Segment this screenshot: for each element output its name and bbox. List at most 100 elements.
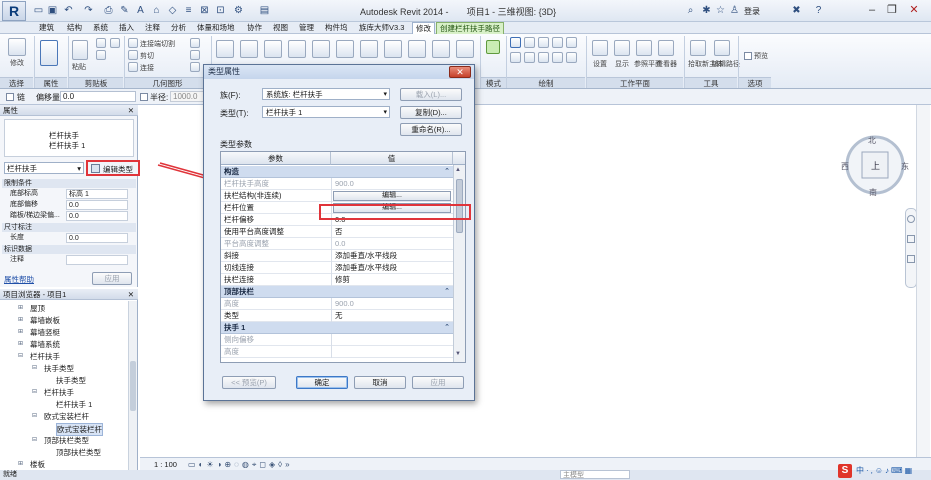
expand-icon[interactable]: ⊞ [18, 339, 23, 350]
show-plane-icon[interactable] [614, 40, 630, 56]
section-icon[interactable]: ◇ [166, 4, 179, 17]
join-icon[interactable] [128, 62, 138, 72]
preview-button[interactable]: << 预览(P) [222, 376, 276, 389]
properties-icon[interactable] [40, 40, 58, 66]
property-group-header[interactable]: 尺寸标注 [2, 223, 136, 232]
property-group-header[interactable]: 限制条件 [2, 179, 136, 188]
minimize-button[interactable]: – [864, 2, 880, 18]
browser-item[interactable]: 屋顶 [30, 303, 45, 314]
subscription-icon[interactable]: ✱ [700, 4, 713, 17]
mirror-icon[interactable] [264, 40, 282, 58]
ok-button[interactable]: 确定 [296, 376, 348, 389]
collapse-icon[interactable]: ⊟ [32, 387, 37, 398]
move-icon[interactable] [288, 40, 306, 58]
browser-item[interactable]: 栏杆扶手 [30, 351, 60, 362]
panel-properties[interactable]: 属性 [35, 77, 67, 88]
collapse-icon[interactable]: ⌃ [444, 286, 450, 298]
browser-item[interactable]: 幕墙竖梃 [30, 327, 60, 338]
zoom-icon[interactable] [907, 235, 915, 243]
3d-view-icon[interactable]: ⌂ [150, 4, 163, 17]
collapse-icon[interactable]: ⊟ [32, 411, 37, 422]
login-label[interactable]: 登录 [744, 6, 760, 17]
tab-4[interactable]: 注释 [142, 22, 163, 34]
circle-draw-icon[interactable] [552, 37, 563, 48]
property-value[interactable]: 0.0 [66, 200, 128, 210]
paste-icon[interactable] [72, 40, 88, 60]
ime-logo-icon[interactable]: S [838, 464, 852, 478]
load-button[interactable]: 载入(L)... [400, 88, 462, 101]
tab-7[interactable]: 协作 [244, 22, 265, 34]
cut-geometry-icon[interactable] [128, 50, 138, 60]
type-combo[interactable]: 栏杆扶手 1 ▾ [262, 106, 390, 118]
expand-icon[interactable]: ⊞ [18, 315, 23, 326]
browser-item[interactable]: 扶手类型 [56, 375, 86, 386]
expand-icon[interactable]: ⊞ [18, 327, 23, 338]
gear-icon[interactable]: ⚙ [232, 4, 245, 17]
edit-type-button[interactable]: 编辑类型 [86, 160, 140, 176]
apply-properties-button[interactable]: 应用 [92, 272, 132, 285]
param-value[interactable]: 900.0 [331, 178, 453, 190]
viewcube-south[interactable]: 南 [869, 187, 877, 198]
property-value[interactable]: 0.0 [66, 233, 128, 243]
redo-icon[interactable]: ↷ [82, 4, 95, 17]
scroll-down-icon[interactable]: ▼ [455, 351, 461, 357]
join-label[interactable]: 连接 [140, 63, 154, 73]
rotate-icon[interactable] [336, 40, 354, 58]
switch-window-icon[interactable]: ⊡ [214, 4, 227, 17]
collapse-icon[interactable]: ⊟ [32, 363, 37, 374]
paint-icon[interactable] [190, 62, 200, 72]
viewer-icon[interactable] [658, 40, 674, 56]
panel-workplane[interactable]: 工作平面 [587, 77, 683, 88]
arc-draw-icon[interactable] [566, 37, 577, 48]
property-value[interactable]: 标高 1 [66, 189, 128, 199]
view-control-icons[interactable]: ▭◐☀◑⊕◌◍⌖◻◈◊» [188, 460, 293, 470]
property-value[interactable] [66, 255, 128, 265]
family-combo[interactable]: 系统族: 栏杆扶手 ▾ [262, 88, 390, 100]
close-hidden-icon[interactable]: ⊠ [198, 4, 211, 17]
delete-icon[interactable] [456, 40, 474, 58]
radius-checkbox[interactable] [140, 93, 148, 101]
browser-item[interactable]: 欧式宝装栏杆 [44, 411, 89, 422]
cut-geometry-label[interactable]: 剪切 [140, 51, 154, 61]
properties-close-icon[interactable]: ✕ [128, 105, 134, 116]
tab-13[interactable]: 创建栏杆扶手路径 [436, 22, 504, 34]
param-section-header[interactable]: 顶部扶栏 ⌃ [221, 286, 453, 298]
cut-label[interactable]: 连接端切割 [140, 39, 175, 49]
param-section-header[interactable]: 构造 ⌃ [221, 166, 453, 178]
cut-icon[interactable] [96, 38, 106, 48]
scroll-up-icon[interactable]: ▲ [455, 167, 461, 173]
browser-item[interactable]: 顶部扶栏类型 [44, 435, 89, 446]
tab-10[interactable]: 构件坞 [322, 22, 351, 34]
duplicate-button[interactable]: 复制(D)... [400, 106, 462, 119]
tile-window-icon[interactable]: ▤ [258, 4, 271, 17]
panel-draw[interactable]: 绘制 [507, 77, 585, 88]
param-value[interactable] [331, 346, 453, 358]
collapse-icon[interactable]: ⌃ [444, 322, 450, 334]
tab-12[interactable]: 修改 [412, 22, 435, 34]
tab-11[interactable]: 族库大师V3.3 [356, 22, 407, 34]
edit-path-icon[interactable] [714, 40, 730, 56]
collapse-icon[interactable]: ⌃ [444, 166, 450, 178]
expand-icon[interactable]: ⊞ [18, 459, 23, 470]
collapse-icon[interactable]: ⊟ [32, 435, 37, 446]
tab-9[interactable]: 管理 [296, 22, 317, 34]
param-value[interactable] [331, 334, 453, 346]
rename-button[interactable]: 重命名(R)... [400, 123, 462, 136]
copy-icon[interactable] [96, 50, 106, 60]
expand-icon[interactable]: ⊞ [18, 303, 23, 314]
spline-icon[interactable] [538, 52, 549, 63]
browser-item[interactable]: 栏杆扶手 [44, 387, 74, 398]
tangent-arc-icon[interactable] [510, 52, 521, 63]
property-group-header[interactable]: 标识数据 [2, 245, 136, 254]
browser-item[interactable]: 扶手类型 [44, 363, 74, 374]
open-icon[interactable]: ▭ [32, 4, 45, 17]
restore-button[interactable]: ❐ [884, 2, 900, 18]
line-draw-icon[interactable] [510, 37, 521, 48]
panel-tools[interactable]: 工具 [685, 77, 737, 88]
param-value[interactable]: 修剪 [331, 274, 453, 286]
save-icon[interactable]: ▣ [46, 4, 59, 17]
copy-tool-icon[interactable] [312, 40, 330, 58]
trim-icon[interactable] [360, 40, 378, 58]
canvas-vertical-scrollbar[interactable] [916, 105, 930, 457]
array-icon[interactable] [408, 40, 426, 58]
